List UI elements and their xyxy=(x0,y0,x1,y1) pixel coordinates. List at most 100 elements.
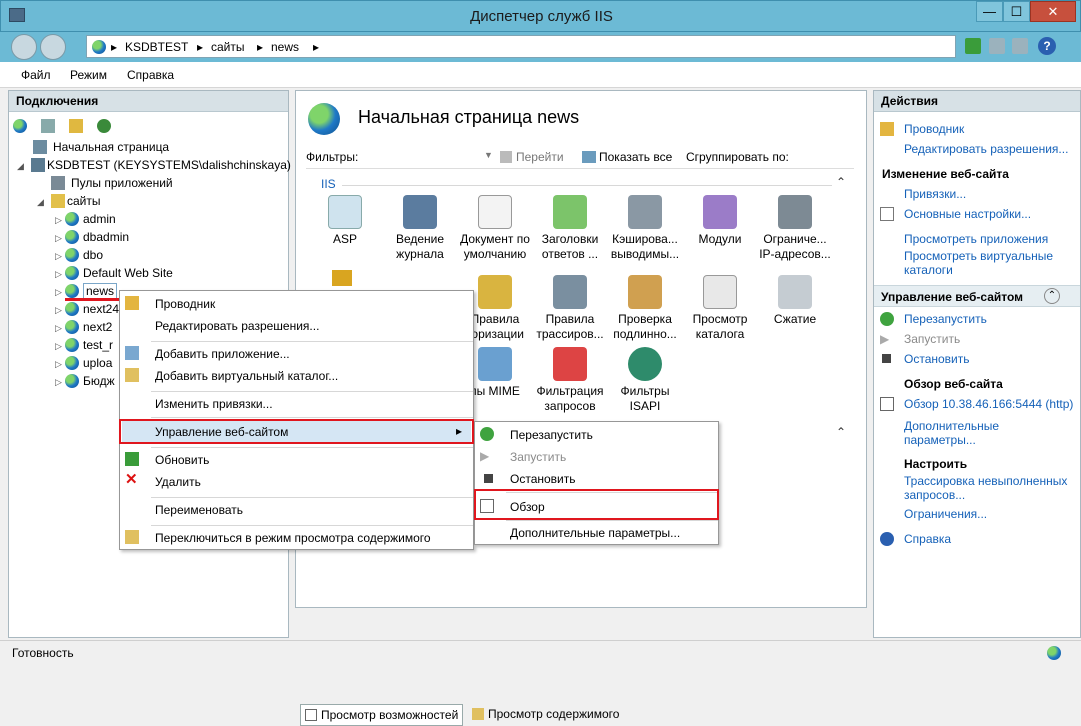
expand-icon[interactable]: ▷ xyxy=(55,211,65,229)
ctx-explorer[interactable]: Проводник xyxy=(155,297,215,311)
show-all-button[interactable]: Показать все xyxy=(599,150,672,164)
server-icon xyxy=(31,158,45,172)
ctx-add-virtual-dir[interactable]: Добавить виртуальный каталог... xyxy=(155,369,338,383)
close-button[interactable]: ✕ xyxy=(1030,1,1076,22)
expand-icon[interactable]: ▷ xyxy=(55,337,65,355)
crumb-news[interactable]: news xyxy=(271,40,299,54)
ctx-rename[interactable]: Переименовать xyxy=(155,503,243,517)
tree-start-page[interactable]: Начальная страница xyxy=(33,138,169,156)
expand-icon[interactable]: ▷ xyxy=(55,355,65,373)
tree-site-budget[interactable]: ▷ Бюдж xyxy=(55,372,115,390)
group-collapse-icon-2[interactable]: ⌃ xyxy=(836,425,846,439)
tree-server[interactable]: ◢ KSDBTEST (KEYSYSTEMS\dalishchinskaya) xyxy=(17,156,291,174)
tab-content-view[interactable]: Просмотр содержимого xyxy=(468,704,623,726)
maximize-button[interactable]: ☐ xyxy=(1003,1,1030,22)
filter-dropdown-icon[interactable]: ▼ xyxy=(484,150,493,160)
feature-response-headers[interactable]: Заголовки ответов ... xyxy=(530,195,610,262)
address-bar[interactable]: ▸ KSDBTEST ▸ сайты ▸ news ▸ xyxy=(86,35,956,58)
ctx-refresh[interactable]: Обновить xyxy=(155,453,209,467)
menu-file[interactable]: Файл xyxy=(21,68,51,82)
action-failed-request-tracing[interactable]: Трассировка невыполненных запросов... xyxy=(904,474,1074,502)
back-button[interactable] xyxy=(11,34,37,60)
stop-icon[interactable] xyxy=(989,38,1005,54)
feature-asp[interactable]: ASP xyxy=(305,195,385,247)
expand-icon[interactable]: ▷ xyxy=(55,229,65,247)
action-start[interactable]: Запустить xyxy=(904,332,960,346)
action-restart[interactable]: Перезапустить xyxy=(904,312,987,326)
action-explorer[interactable]: Проводник xyxy=(904,122,964,136)
group-by-label[interactable]: Сгруппировать по: xyxy=(686,150,789,164)
group-collapse-icon[interactable]: ⌃ xyxy=(836,175,846,189)
tree-site-upload[interactable]: ▷ uploa xyxy=(55,354,112,372)
crumb-sites[interactable]: сайты xyxy=(211,40,245,54)
action-stop[interactable]: Остановить xyxy=(904,352,970,366)
expand-icon[interactable]: ▷ xyxy=(55,301,65,319)
feature-directory-browsing[interactable]: Просмотр каталога xyxy=(680,275,760,342)
sub-start[interactable]: Запустить xyxy=(510,450,566,464)
feature-modules[interactable]: Модули xyxy=(680,195,760,247)
ctx-switch-content-view[interactable]: Переключиться в режим просмотра содержим… xyxy=(155,531,431,545)
action-bindings[interactable]: Привязки... xyxy=(904,187,966,201)
tree-site-dbo[interactable]: ▷ dbo xyxy=(55,246,103,264)
tree-sites[interactable]: ◢ сайты xyxy=(37,192,101,210)
goto-button[interactable]: Перейти xyxy=(516,150,564,164)
tree-site-next24[interactable]: ▷ next24 xyxy=(55,300,119,318)
tree-site-next2[interactable]: ▷ next2 xyxy=(55,318,112,336)
goto-funnel-icon xyxy=(500,151,512,163)
feature-request-filtering[interactable]: Фильтрация запросов xyxy=(530,347,610,414)
tree-site-admin[interactable]: ▷ admin xyxy=(55,210,116,228)
home-icon[interactable] xyxy=(1012,38,1028,54)
save-icon[interactable] xyxy=(41,119,55,133)
expand-icon[interactable]: ▷ xyxy=(55,283,65,301)
expand-icon[interactable]: ▷ xyxy=(55,265,65,283)
connect-icon[interactable] xyxy=(13,119,27,133)
tree-app-pools[interactable]: Пулы приложений xyxy=(51,174,173,192)
tab-features-view[interactable]: Просмотр возможностей xyxy=(300,704,464,726)
minimize-button[interactable]: — xyxy=(976,1,1003,22)
feature-isapi-filters[interactable]: Фильтры ISAPI xyxy=(605,347,685,414)
help-icon[interactable]: ? xyxy=(1038,37,1056,55)
ctx-edit-bindings[interactable]: Изменить привязки... xyxy=(155,397,273,411)
sub-restart[interactable]: Перезапустить xyxy=(510,428,593,442)
filter-input[interactable] xyxy=(372,147,492,167)
crumb-server[interactable]: KSDBTEST xyxy=(125,40,188,54)
disconnect-icon[interactable] xyxy=(97,119,111,133)
group-header: IIS xyxy=(321,177,336,191)
ctx-add-application[interactable]: Добавить приложение... xyxy=(155,347,290,361)
folder-up-icon[interactable] xyxy=(69,119,83,133)
expand-icon[interactable]: ▷ xyxy=(55,247,65,265)
crumb-sep-icon: ▸ xyxy=(313,40,320,54)
forward-button[interactable] xyxy=(40,34,66,60)
feature-default-doc[interactable]: Документ по умолчанию xyxy=(455,195,535,262)
refresh-icon xyxy=(125,452,139,466)
expand-icon[interactable]: ▷ xyxy=(55,373,65,391)
action-help[interactable]: Справка xyxy=(904,532,951,546)
feature-compression[interactable]: Сжатие xyxy=(755,275,835,327)
action-edit-permissions[interactable]: Редактировать разрешения... xyxy=(904,142,1068,156)
expand-icon[interactable]: ▷ xyxy=(55,319,65,337)
ctx-delete[interactable]: Удалить xyxy=(155,475,201,489)
feature-logging[interactable]: Ведение журнала xyxy=(380,195,460,262)
menu-view[interactable]: Режим xyxy=(70,68,107,82)
feature-tracing-rules[interactable]: Правила трассиров... xyxy=(530,275,610,342)
collapse-icon[interactable]: ◢ xyxy=(37,193,47,211)
tree-site-dbadmin[interactable]: ▷ dbadmin xyxy=(55,228,129,246)
feature-authentication[interactable]: Проверка подлинно... xyxy=(605,275,685,342)
sub-advanced[interactable]: Дополнительные параметры... xyxy=(510,526,680,540)
action-limits[interactable]: Ограничения... xyxy=(904,507,987,521)
action-view-apps[interactable]: Просмотреть приложения xyxy=(904,232,1048,246)
tree-site-default[interactable]: ▷ Default Web Site xyxy=(55,264,173,282)
feature-output-cache[interactable]: Кэширова... выводимы... xyxy=(605,195,685,262)
tree-site-test[interactable]: ▷ test_r xyxy=(55,336,113,354)
ctx-edit-permissions[interactable]: Редактировать разрешения... xyxy=(155,319,319,333)
sub-stop[interactable]: Остановить xyxy=(510,472,576,486)
collapse-icon[interactable]: ◢ xyxy=(17,157,27,175)
refresh-icon[interactable] xyxy=(965,38,981,54)
action-browse-url[interactable]: Обзор 10.38.46.166:5444 (http) xyxy=(904,397,1073,411)
action-advanced-settings[interactable]: Дополнительные параметры... xyxy=(904,419,1054,447)
collapse-section-icon[interactable]: ⌃ xyxy=(1044,288,1060,304)
action-basic-settings[interactable]: Основные настройки... xyxy=(904,207,1031,221)
menu-help[interactable]: Справка xyxy=(127,68,174,82)
feature-ip-restrictions[interactable]: Ограниче... IP-адресов... xyxy=(755,195,835,262)
action-view-vdirs[interactable]: Просмотреть виртуальные каталоги xyxy=(904,249,1074,277)
